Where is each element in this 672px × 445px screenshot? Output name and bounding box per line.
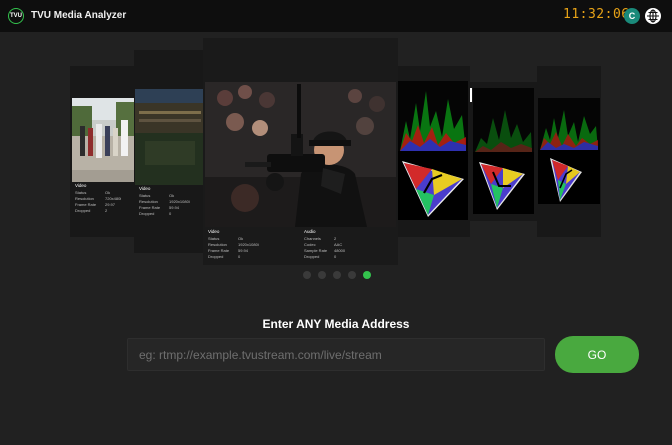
clock-display: 11:32:06: [563, 7, 630, 22]
camera-operator-image: [205, 82, 396, 227]
panel-1-info: Video Status Ok Resolution 720x480i Frame …: [75, 183, 121, 214]
go-button[interactable]: GO: [555, 336, 639, 373]
panel-3-key: Dropped: [208, 254, 224, 259]
carousel-pagination: [303, 271, 371, 279]
panel-3-info: Video Status Ok Resolution 1920x1080i Fram…: [208, 229, 259, 260]
panel-3-value: 0: [238, 254, 241, 259]
stadium-scene-image: [135, 89, 205, 185]
user-avatar[interactable]: C: [624, 8, 640, 24]
panel-1-value: 2: [105, 208, 108, 213]
waveform-vectorscope-image: [538, 98, 600, 202]
panel-2-value: 0: [169, 211, 172, 216]
panel-4-key: Dropped: [304, 254, 320, 259]
waveform-vectorscope-image: [398, 81, 468, 217]
panel-2-key: Dropped: [139, 211, 155, 216]
panel-3-header: Video: [208, 229, 220, 234]
logo-text: TVU: [10, 13, 22, 19]
panel-5-scopes: [473, 88, 534, 214]
carousel-panel-5[interactable]: [468, 82, 538, 221]
panel-2-info: Video Status Ok Resolution 1920x1080i Fram…: [139, 186, 190, 217]
carousel-panel-6[interactable]: [537, 66, 601, 237]
app-title: TVU Media Analyzer: [31, 10, 127, 21]
panel-6-scopes: [538, 98, 600, 204]
carousel-dot-2[interactable]: [318, 271, 326, 279]
waveform-vectorscope-image: [473, 88, 534, 210]
panel-3-thumbnail: [205, 82, 396, 227]
panel-1-header: Video: [75, 183, 87, 188]
carousel-dot-3[interactable]: [333, 271, 341, 279]
globe-icon[interactable]: [645, 8, 661, 24]
crowd-scene-image: [72, 98, 136, 182]
media-address-input[interactable]: [127, 338, 545, 371]
carousel-panel-1[interactable]: Video Status Ok Resolution 720x480i Frame …: [71, 66, 137, 237]
carousel-dot-1[interactable]: [303, 271, 311, 279]
carousel-dot-5[interactable]: [363, 271, 371, 279]
carousel-panel-2[interactable]: Video Status Ok Resolution 1920x1080i Fram…: [134, 50, 206, 253]
carousel-panel-4[interactable]: [395, 66, 470, 237]
carousel-panel-3[interactable]: Video Status Ok Resolution 1920x1080i Fram…: [203, 38, 398, 265]
panel-1-key: Dropped: [75, 208, 91, 213]
panel-4-value: 0: [334, 254, 337, 259]
panel-4-scopes: [398, 81, 468, 220]
panel-2-header: Video: [139, 186, 151, 191]
media-address-prompt: Enter ANY Media Address: [262, 317, 410, 331]
carousel-dot-4[interactable]: [348, 271, 356, 279]
top-bar: TVU TVU Media Analyzer 11:32:06 C: [0, 0, 672, 32]
panel-4-header: Audio: [304, 229, 316, 234]
panel-1-thumbnail: [72, 98, 136, 182]
panel-4-info: Audio Channels 2 Codec AAC Sample Rate 4800…: [304, 229, 345, 260]
panel-2-thumbnail: [135, 89, 205, 185]
tvu-logo-icon: TVU: [8, 8, 24, 24]
